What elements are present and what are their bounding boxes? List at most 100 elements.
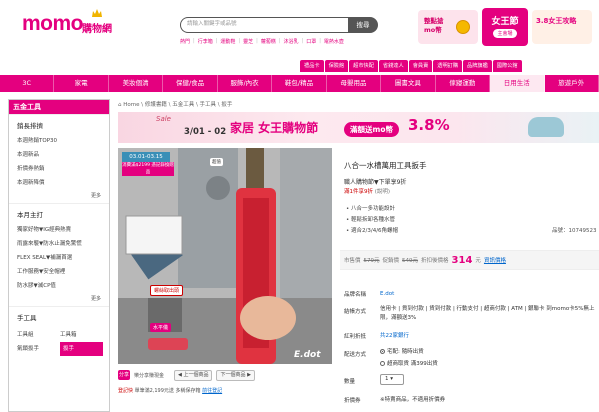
sidebar-title[interactable]: 五金工具 (9, 100, 109, 114)
share-label[interactable]: 樂分享賺現金 (134, 372, 164, 379)
promo-banner[interactable]: Sale 3/01 - 02 家居 女王購物節 滿額送mo幣 3.8% (118, 112, 599, 143)
registration-link[interactable]: 前往登記 (202, 388, 222, 394)
promo-queen-title: 女王節 (491, 17, 519, 27)
service-tab[interactable]: 國際公館 (492, 60, 522, 72)
spec-label: 配送方式 (344, 352, 367, 358)
radio-selected[interactable] (380, 349, 385, 354)
hot-keyword[interactable]: 蘿蔔糕 (261, 38, 276, 45)
sidebar-link[interactable]: 雨露來襲▼防水止漏免驚慌 (17, 239, 109, 247)
hot-keyword[interactable]: 靈芝 (243, 38, 253, 45)
sidebar-heading: 銷長排擠 (17, 122, 43, 130)
promo-coins[interactable]: 整點搶 mo幣 (418, 10, 478, 44)
category-tab-active[interactable]: 日用生活 (490, 75, 545, 92)
hot-keywords: 熱門 | 行李箱 | 運動鞋 | 靈芝 | 蘿蔔糕 | 沐浴乳 | 口罩 | 電熱水壺 (180, 38, 344, 45)
category-tab[interactable]: 圖書文具 (381, 75, 436, 92)
service-tab[interactable]: 透明訂購 (433, 60, 463, 72)
photo-ad-tag: 超值 (210, 158, 223, 166)
shipping-option-label: 超商取貨 滿399出貨 (387, 361, 438, 367)
sidebar-tool-link[interactable]: 氣鎖扳手 (17, 342, 60, 356)
category-tab[interactable]: 鞋包/精品 (272, 75, 327, 92)
category-tab[interactable]: 母嬰用品 (327, 75, 382, 92)
sidebar-tool-link[interactable]: 工具箱 (60, 328, 103, 342)
sidebar-link[interactable]: 本週新降價 (17, 178, 109, 186)
service-tab[interactable]: 超市快配 (349, 60, 378, 72)
product-code-value: 10749523 (568, 228, 597, 234)
pot-image (528, 117, 564, 137)
hot-keyword[interactable]: 沐浴乳 (284, 38, 299, 45)
sidebar-link[interactable]: 本週熱銷TOP30 (17, 136, 109, 144)
brand-watermark: E.dot (294, 350, 321, 360)
logo-subtitle[interactable]: 購物網 (82, 20, 112, 35)
feature-text: 八合一多功能設計 (351, 206, 396, 212)
hot-keyword[interactable]: 熱門 (180, 38, 190, 45)
prev-product-button[interactable]: ◀ 上一個商品 (174, 369, 213, 381)
sidebar-link[interactable]: 獨家好物▼IG經典熱賣 (17, 225, 109, 233)
promo-price-label: 促銷價 (382, 258, 400, 264)
feature-item: • 適合2/3/4/6角螺帽 (346, 228, 399, 234)
sidebar-heading: 手工具 (17, 314, 37, 322)
registration-row: 登記快 單筆滿2,199元送 多稱保存箱 前往登記 (118, 387, 222, 394)
bonus-banks-link[interactable]: 共22家銀行 (380, 332, 595, 341)
hot-keyword[interactable]: 運動鞋 (220, 38, 235, 45)
category-tab[interactable]: 旅遊戶外 (545, 75, 599, 92)
category-nav: 3C 家電 美妝個清 保健/食品 服飾/內衣 鞋包/精品 母嬰用品 圖書文具 傢… (0, 75, 599, 92)
breadcrumb[interactable]: ⌂ Home \ 修護書籍 \ 五金工具 \ 手工具 \ 扳手 (118, 100, 232, 108)
service-tab[interactable]: 保險館 (324, 60, 349, 72)
sidebar-link[interactable]: 防水膠▼滅CP值 (17, 281, 109, 289)
service-tabs: 禮品卡 保險館 超市快配 省錢達人 會員賣 透明訂購 品牌旗艦 國際公館 (300, 60, 522, 72)
brand-link[interactable]: E.dot (380, 290, 595, 299)
price-row: 市售價 579元 促銷價 549元 折扣後價格 314 元 資訊價格 (340, 250, 599, 270)
share-icon[interactable]: 分享 (118, 370, 130, 380)
category-tab[interactable]: 3C (0, 75, 55, 92)
hot-keyword[interactable]: 口罩 (306, 38, 316, 45)
gift-banner: 消費滿$2199 憑記錄換贈品 (122, 162, 174, 176)
search-button[interactable]: 搜尋 (348, 17, 378, 33)
breadcrumb-text[interactable]: Home \ 修護書籍 \ 五金工具 \ 手工具 \ 扳手 (123, 102, 232, 108)
category-tab[interactable]: 傢寢運動 (436, 75, 491, 92)
discount-price-unit: 元 (475, 258, 481, 264)
coin-icon (456, 20, 470, 34)
sidebar-tool-link[interactable]: 工具組 (17, 328, 60, 342)
sidebar-tool-link-selected[interactable]: 扳手 (60, 342, 103, 356)
promo-guide[interactable]: 3.8女王攻略 (532, 10, 592, 44)
quantity-value: 1 (385, 376, 389, 382)
momo-logo[interactable]: momo (22, 13, 84, 34)
prev-product-label: 上一個商品 (183, 371, 209, 378)
feature-item: • 輕鬆拆卸各種水管 (346, 217, 396, 223)
hot-keyword[interactable]: 電熱水壺 (324, 38, 344, 45)
sidebar-link[interactable]: FLEX SEAL▼補漏首選 (17, 253, 109, 261)
category-tab[interactable]: 服飾/內衣 (218, 75, 273, 92)
category-tab[interactable]: 美妝個清 (109, 75, 164, 92)
category-tab[interactable]: 家電 (54, 75, 109, 92)
radio-unselected[interactable] (380, 361, 385, 366)
product-discount-text: 滿1件享9折 (344, 189, 373, 195)
product-discount-help[interactable]: (說明) (375, 189, 390, 195)
hot-keyword[interactable]: 行李箱 (198, 38, 213, 45)
category-tab[interactable]: 保健/食品 (163, 75, 218, 92)
search-input[interactable]: 請輸入關鍵字或品號 (180, 17, 348, 33)
product-code: 品號：10749523 (552, 226, 597, 234)
banner-title: 家居 女王購物節 (230, 121, 319, 135)
service-tab[interactable]: 禮品卡 (300, 60, 324, 72)
sidebar-link[interactable]: 本週新品 (17, 150, 109, 158)
price-info-link[interactable]: 資訊價格 (484, 256, 506, 264)
promo-queen-festival[interactable]: 女王節 主會場 (482, 8, 528, 46)
spec-label: 結帳方式 (344, 309, 367, 315)
quantity-select[interactable]: 1 ▾ (380, 374, 404, 385)
shipping-option[interactable]: 超商取貨 滿399出貨 (380, 360, 595, 369)
chevron-down-icon: ▾ (390, 376, 394, 382)
shipping-option-label: 宅配: 隨時出貨 (387, 349, 424, 355)
sidebar-more-link[interactable]: 更多 (17, 295, 109, 302)
spec-label: 數量 (344, 379, 356, 385)
sidebar: 五金工具 銷長排擠 本週熱銷TOP30 本週新品 折價券熱銷 本週新降價 更多 … (8, 99, 110, 412)
product-discount-note: 滿1件享9折 (說明) (344, 187, 390, 195)
sidebar-link[interactable]: 折價券熱銷 (17, 164, 109, 172)
sidebar-link[interactable]: 工作服務▼安全帽裡 (17, 267, 109, 275)
service-tab[interactable]: 會員賣 (408, 60, 433, 72)
discount-price: 314 (451, 254, 473, 266)
service-tab[interactable]: 省錢達人 (378, 60, 408, 72)
shipping-option[interactable]: 宅配: 隨時出貨 (380, 348, 595, 357)
sidebar-more-link[interactable]: 更多 (17, 192, 109, 199)
service-tab[interactable]: 品牌旗艦 (463, 60, 492, 72)
next-product-button[interactable]: 下一個商品 ▶ (216, 369, 255, 381)
